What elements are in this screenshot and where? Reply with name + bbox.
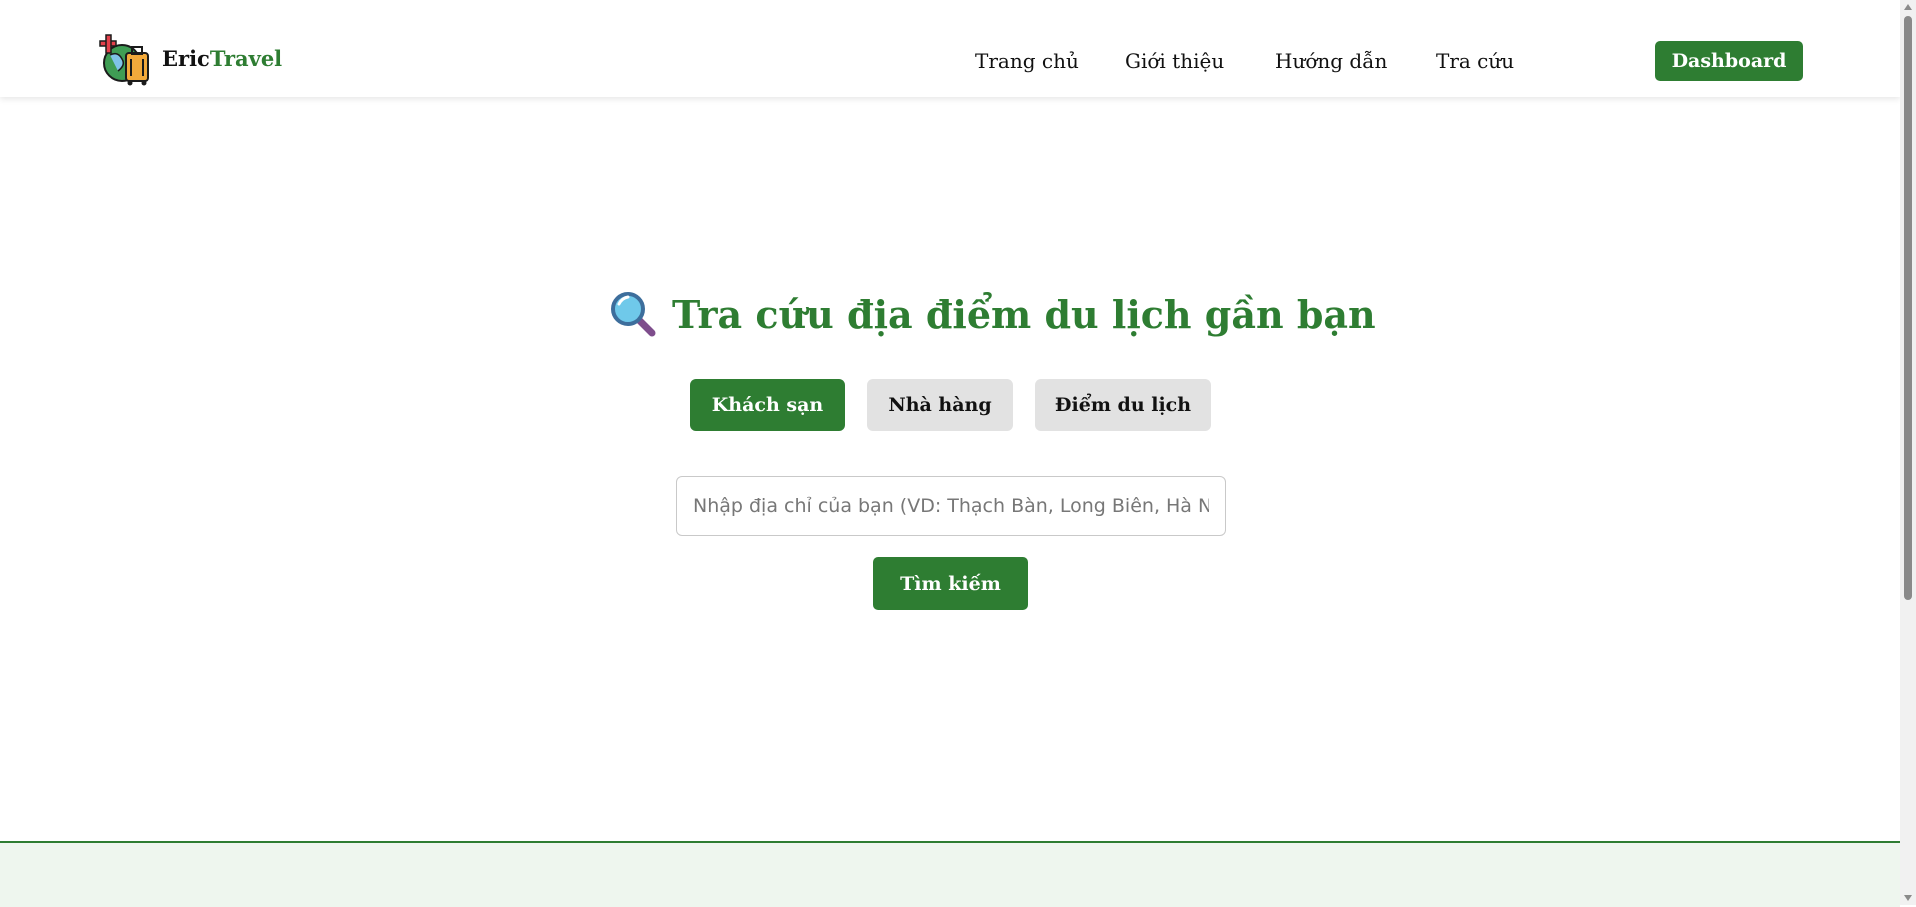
- vertical-scrollbar[interactable]: [1900, 0, 1916, 905]
- tab-hotels[interactable]: Khách sạn: [690, 379, 845, 431]
- address-search-input[interactable]: [676, 476, 1226, 536]
- page-title: Tra cứu địa điểm du lịch gần bạn: [672, 291, 1376, 337]
- scrollbar-thumb[interactable]: [1904, 16, 1912, 600]
- brand-name[interactable]: EricTravel: [162, 46, 282, 71]
- footer: [0, 841, 1900, 907]
- nav-link-home[interactable]: Trang chủ: [975, 49, 1079, 73]
- search-button[interactable]: Tìm kiếm: [873, 557, 1028, 610]
- nav-link-lookup[interactable]: Tra cứu: [1436, 49, 1514, 73]
- scroll-down-arrow-icon[interactable]: [1904, 895, 1912, 901]
- scroll-up-arrow-icon[interactable]: [1904, 4, 1912, 10]
- brand-name-part2: Travel: [209, 46, 283, 71]
- nav-link-guide[interactable]: Hướng dẫn: [1275, 49, 1387, 73]
- travel-logo-icon[interactable]: [98, 33, 152, 87]
- page-title-row: Tra cứu địa điểm du lịch gần bạn: [608, 288, 1376, 340]
- tab-restaurants[interactable]: Nhà hàng: [867, 379, 1013, 431]
- nav-link-about[interactable]: Giới thiệu: [1125, 49, 1224, 73]
- tab-attractions[interactable]: Điểm du lịch: [1035, 379, 1211, 431]
- magnifying-glass-icon: [611, 292, 656, 337]
- site-header: EricTravel Trang chủ Giới thiệu Hướng dẫ…: [0, 0, 1900, 97]
- brand-name-part1: Eric: [162, 46, 210, 71]
- dashboard-button[interactable]: Dashboard: [1655, 41, 1803, 81]
